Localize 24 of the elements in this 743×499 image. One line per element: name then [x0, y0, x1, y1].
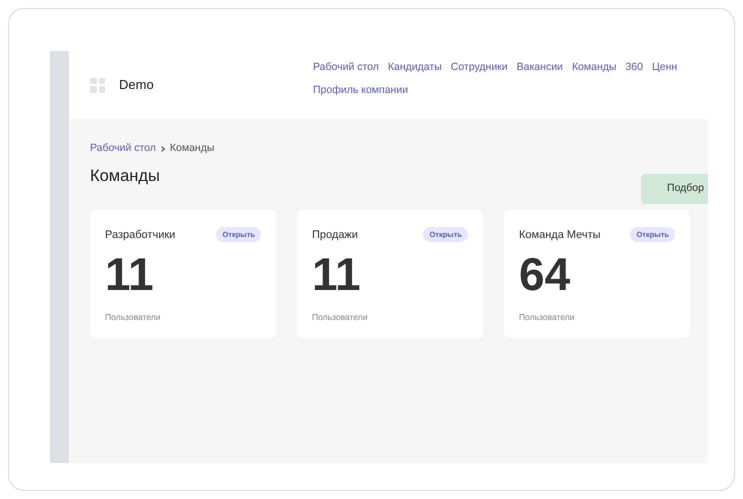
count-caption: Пользователи [312, 311, 368, 324]
nav-link[interactable]: Команды [572, 60, 616, 76]
nav-link[interactable]: Рабочий стол [313, 60, 379, 76]
nav-link[interactable]: Кандидаты [388, 60, 442, 76]
chevron-icon [160, 146, 165, 152]
count-caption: Пользователи [105, 311, 162, 324]
breadcrumb-link[interactable]: Рабочий стол [90, 141, 156, 157]
nav-link[interactable]: Вакансии [516, 60, 563, 76]
member-count: 11 [312, 251, 362, 297]
team-name: Команда Мечты [519, 228, 601, 242]
action-button[interactable]: Подбор [641, 174, 708, 204]
team-name: Разработчики [105, 228, 176, 242]
member-count: 11 [105, 251, 155, 297]
logo-text: Demo [119, 76, 154, 94]
nav-link[interactable]: Ценн [652, 60, 678, 76]
member-count: 64 [519, 251, 572, 297]
nav-link[interactable]: Профиль компании [313, 82, 408, 98]
page-title: Команды [90, 166, 160, 187]
nav-link[interactable]: Сотрудники [450, 60, 508, 76]
breadcrumb-current: Команды [170, 141, 214, 156]
nav-link[interactable]: 360 [625, 60, 643, 76]
count-caption: Пользователи [519, 311, 576, 324]
grid-icon [90, 78, 105, 92]
team-name: Продажи [312, 228, 358, 242]
